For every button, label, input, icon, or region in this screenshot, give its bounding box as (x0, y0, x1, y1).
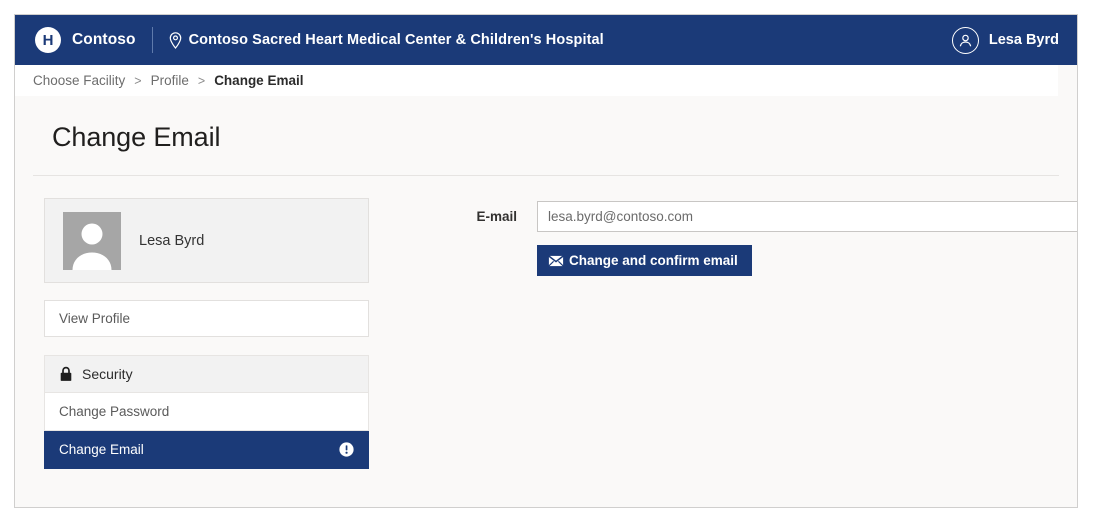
application-window: H Contoso Contoso Sacred Heart Medical C… (14, 14, 1078, 508)
sidebar-item-view-profile[interactable]: View Profile (44, 300, 369, 337)
email-input[interactable] (537, 201, 1077, 232)
sidebar: Lesa Byrd View Profile Security Change P… (44, 198, 369, 469)
change-email-form: E-mail Change and confirm email (369, 198, 1077, 469)
sidebar-item-label: Change Email (59, 442, 144, 457)
user-account-menu[interactable]: Lesa Byrd (951, 26, 1059, 54)
user-name-label: Lesa Byrd (988, 32, 1059, 48)
breadcrumb-item-change-email: Change Email (214, 73, 304, 88)
change-and-confirm-email-button[interactable]: Change and confirm email (537, 245, 752, 276)
email-label: E-mail (476, 209, 517, 224)
facility-selector[interactable]: Contoso Sacred Heart Medical Center & Ch… (169, 31, 604, 49)
hospital-h-logo-icon: H (35, 27, 61, 53)
breadcrumb-separator: > (197, 73, 206, 88)
brand-home-link[interactable]: H Contoso (35, 27, 136, 53)
breadcrumb-item-profile[interactable]: Profile (151, 73, 189, 88)
sidebar-group-header-security: Security (44, 355, 369, 393)
email-field-row: E-mail (447, 201, 1077, 232)
sidebar-item-label: Change Password (59, 404, 170, 419)
breadcrumb: Choose Facility > Profile > Change Email (15, 65, 1058, 96)
page-content: Lesa Byrd View Profile Security Change P… (15, 176, 1077, 469)
sidebar-item-change-password[interactable]: Change Password (44, 393, 369, 431)
info-circle-icon[interactable] (339, 442, 354, 457)
brand-name: Contoso (72, 31, 136, 48)
breadcrumb-item-choose-facility[interactable]: Choose Facility (33, 73, 125, 88)
person-placeholder-icon (63, 211, 121, 270)
submit-row: Change and confirm email (447, 245, 1077, 276)
profile-card-name: Lesa Byrd (139, 232, 205, 249)
sidebar-item-change-email[interactable]: Change Email (44, 431, 369, 469)
sidebar-group-label: Security (82, 366, 133, 382)
lock-icon (59, 366, 73, 382)
profile-card: Lesa Byrd (44, 198, 369, 283)
user-avatar-icon (951, 26, 979, 54)
submit-button-label: Change and confirm email (569, 253, 738, 268)
sidebar-nav: View Profile (44, 300, 369, 337)
sidebar-group-security: Security Change Password Change Email (44, 355, 369, 469)
facility-name: Contoso Sacred Heart Medical Center & Ch… (188, 32, 604, 48)
envelope-icon (548, 254, 564, 267)
page-title: Change Email (52, 122, 221, 152)
header-divider (151, 27, 153, 53)
map-pin-icon (169, 31, 182, 49)
breadcrumb-separator: > (134, 73, 142, 88)
sidebar-item-label: View Profile (59, 311, 131, 326)
top-navigation-bar: H Contoso Contoso Sacred Heart Medical C… (15, 15, 1077, 65)
